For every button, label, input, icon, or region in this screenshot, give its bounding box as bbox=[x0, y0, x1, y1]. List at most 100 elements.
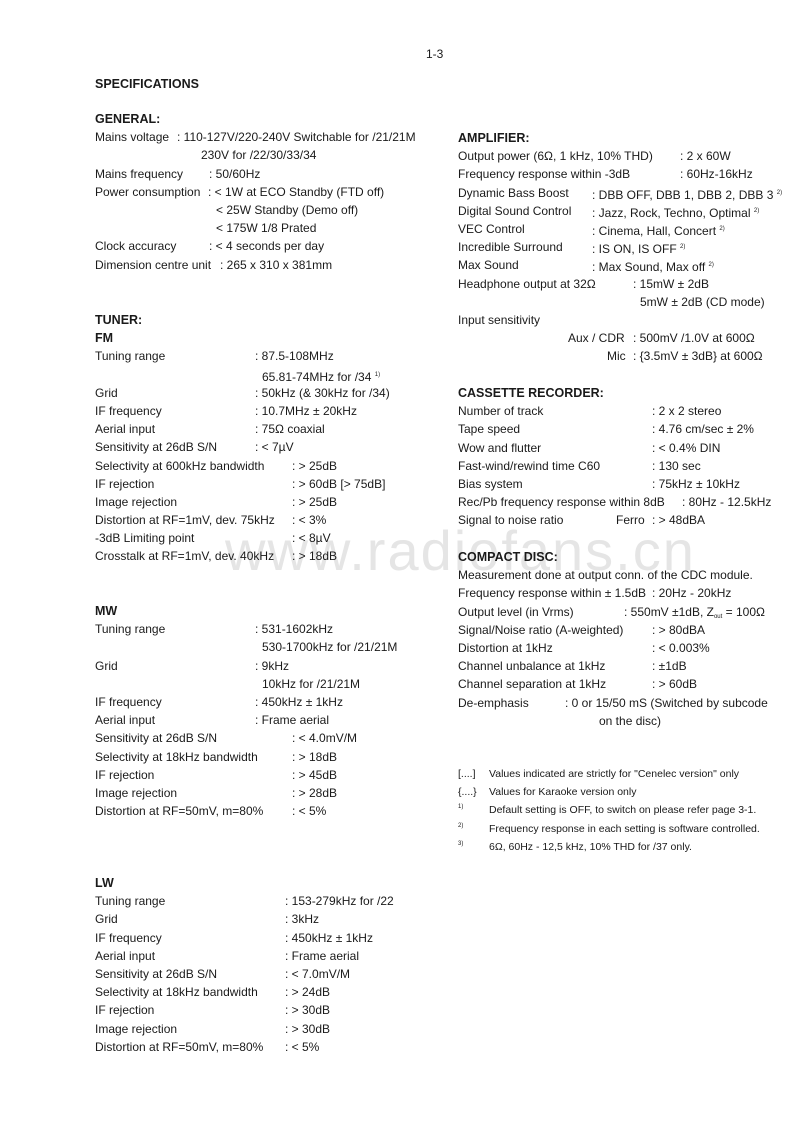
spec-label: IF frequency bbox=[95, 694, 162, 709]
spec-label: Sensitivity at 26dB S/N bbox=[95, 440, 218, 455]
spec-value: : < 4 seconds per day bbox=[209, 239, 325, 254]
spec-value: : < 5% bbox=[292, 804, 327, 819]
spec-row: Selectivity at 18kHz bandwidth : > 24dB bbox=[95, 983, 445, 1001]
spec-label: IF frequency bbox=[95, 403, 162, 418]
lw-heading: LW bbox=[95, 876, 114, 890]
spec-row: 5mW ± 2dB (CD mode) bbox=[458, 293, 798, 311]
spec-row: Fast-wind/rewind time C60: 130 sec bbox=[458, 457, 798, 475]
spec-value: : > 48dBA bbox=[652, 513, 706, 528]
spec-label: Dynamic Bass Boost bbox=[458, 185, 569, 200]
spec-label: Digital Sound Control bbox=[458, 203, 572, 218]
spec-row: Mains frequency: 50/60Hz bbox=[95, 165, 445, 183]
spec-row: Tuning range: 531-1602kHz bbox=[95, 620, 445, 638]
spec-label: VEC Control bbox=[458, 221, 525, 236]
spec-value-text: : Jazz, Rock, Techno, Optimal bbox=[592, 205, 751, 220]
spec-row: Mains voltage: 110-127V/220-240V Switcha… bbox=[95, 128, 445, 146]
spec-row: Signal/Noise ratio (A-weighted): > 80dBA bbox=[458, 621, 798, 639]
footnote-ref: 2) bbox=[719, 225, 725, 232]
spec-value: : 110-127V/220-240V Switchable for /21/2… bbox=[177, 130, 416, 145]
spec-value: : > 45dB bbox=[292, 767, 338, 782]
spec-label: Measurement done at output conn. of the … bbox=[458, 568, 753, 583]
spec-row: Frequency response within -3dB: 60Hz-16k… bbox=[458, 165, 798, 183]
spec-value-text: : Max Sound, Max off bbox=[592, 260, 706, 275]
spec-row: 230V for /22/30/33/34 bbox=[95, 146, 445, 164]
spec-row: De-emphasis : 0 or 15/50 mS (Switched by … bbox=[458, 694, 798, 712]
spec-label: Distortion at 1kHz bbox=[458, 640, 553, 655]
footnote-ref: 2) bbox=[776, 189, 783, 196]
spec-row: 10kHz for /21/21M bbox=[95, 675, 445, 693]
spec-value: : < 0.003% bbox=[652, 640, 710, 655]
spec-value: : 0 or 15/50 mS (Switched by subcode bbox=[565, 695, 768, 710]
footnote-ref: 2) bbox=[753, 207, 760, 214]
spec-row: 530-1700kHz for /21/21M bbox=[95, 638, 445, 656]
spec-label: IF frequency bbox=[95, 930, 162, 945]
spec-value: : 4.76 cm/sec ± 2% bbox=[652, 422, 754, 437]
spec-value-text: : DBB OFF, DBB 1, DBB 2, DBB 3 bbox=[592, 187, 774, 202]
spec-value: : 20Hz - 20kHz bbox=[652, 586, 732, 601]
spec-label: Aerial input bbox=[95, 713, 156, 728]
spec-value: : < 7.0mV/M bbox=[285, 966, 351, 981]
spec-row: IF frequency : 450kHz ± 1kHz bbox=[95, 693, 445, 711]
spec-row: -3dB Limiting point: < 8µV bbox=[95, 529, 445, 547]
spec-label: Aerial input bbox=[95, 422, 156, 437]
spec-value: : 50/60Hz bbox=[209, 166, 261, 181]
spec-row: Incredible Surround: IS ON, IS OFF 2) bbox=[458, 238, 798, 256]
spec-value: : 2 x 2 stereo bbox=[652, 404, 722, 419]
spec-value: : < 4.0mV/M bbox=[292, 731, 358, 746]
spec-value: : < 3% bbox=[292, 513, 327, 528]
spec-value: : Jazz, Rock, Techno, Optimal 2) bbox=[592, 202, 759, 222]
spec-value: : Cinema, Hall, Concert 2) bbox=[592, 220, 725, 240]
spec-row: IF frequency: 10.7MHz ± 20kHz bbox=[95, 402, 445, 420]
spec-value: : 450kHz ± 1kHz bbox=[255, 694, 343, 709]
spec-row: Frequency response within ± 1.5dB : 20Hz … bbox=[458, 584, 798, 602]
spec-row: Crosstalk at RF=1mV, dev. 40kHz: > 18dB bbox=[95, 547, 445, 565]
spec-label: De-emphasis bbox=[458, 695, 529, 710]
compact-disc-section: COMPACT DISC: Measurement done at output… bbox=[458, 548, 798, 730]
footnote: 2) Frequency response in each setting is … bbox=[458, 820, 798, 838]
spec-label: Sensitivity at 26dB S/N bbox=[95, 731, 218, 746]
spec-value: : 60Hz-16kHz bbox=[680, 167, 753, 182]
spec-value: : > 24dB bbox=[285, 985, 331, 1000]
spec-row: Channel separation at 1kHz: > 60dB bbox=[458, 675, 798, 693]
spec-value: : < 0.4% DIN bbox=[652, 440, 721, 455]
spec-label: Selectivity at 18kHz bandwidth bbox=[95, 985, 258, 1000]
spec-row: 65.81-74MHz for /34 1) bbox=[95, 366, 445, 384]
spec-label: Sensitivity at 26dB S/N bbox=[95, 966, 218, 981]
spec-label: Distortion at RF=1mV, dev. 75kHz bbox=[95, 513, 275, 528]
spec-label: Fast-wind/rewind time C60 bbox=[458, 458, 601, 473]
spec-row: Measurement done at output conn. of the … bbox=[458, 566, 798, 584]
spec-label: Wow and flutter bbox=[458, 440, 542, 455]
spec-label: Frequency response within ± 1.5dB bbox=[458, 586, 647, 601]
page-number: 1-3 bbox=[426, 47, 444, 61]
spec-row: Aux / CDR: 500mV /1.0V at 600Ω bbox=[458, 329, 798, 347]
spec-value: : > 80dBA bbox=[652, 622, 706, 637]
spec-row: Tape speed : 4.76 cm/sec ± 2% bbox=[458, 420, 798, 438]
footnote-text: 6Ω, 60Hz - 12,5 kHz, 10% THD for /37 onl… bbox=[489, 840, 692, 853]
spec-label: Clock accuracy bbox=[95, 239, 177, 254]
amplifier-heading: AMPLIFIER: bbox=[458, 131, 530, 145]
spec-label: Number of track bbox=[458, 404, 544, 419]
spec-value-text: : IS ON, IS OFF bbox=[592, 242, 677, 257]
spec-row: Image rejection: > 25dB bbox=[95, 493, 445, 511]
spec-label: Grid bbox=[95, 912, 118, 927]
spec-row: Headphone output at 32Ω: 15mW ± 2dB bbox=[458, 275, 798, 293]
spec-row: Sensitivity at 26dB S/N : < 7.0mV/M bbox=[95, 965, 445, 983]
spec-row: Distortion at RF=1mV, dev. 75kHz : < 3% bbox=[95, 511, 445, 529]
footnote-text: Values for Karaoke version only bbox=[489, 786, 637, 799]
spec-row: Tuning range: 87.5-108MHz bbox=[95, 347, 445, 365]
mw-section: MW Tuning range: 531-1602kHz 530-1700kHz… bbox=[95, 602, 445, 820]
spec-value-text: 65.81-74MHz for /34 bbox=[262, 369, 372, 384]
spec-value: on the disc) bbox=[599, 713, 662, 728]
spec-row: Dimension centre unit: 265 x 310 x 381mm bbox=[95, 256, 445, 274]
spec-label: Distortion at RF=50mV, m=80% bbox=[95, 804, 264, 819]
spec-label: Tape speed bbox=[458, 422, 521, 437]
spec-value: : 80Hz - 12.5kHz bbox=[682, 495, 772, 510]
spec-row: Clock accuracy : < 4 seconds per day bbox=[95, 237, 445, 255]
spec-label: Output power (6Ω, 1 kHz, 10% THD) bbox=[458, 149, 653, 164]
footnote-marker: 2) bbox=[458, 822, 464, 829]
footnote: 1) Default setting is OFF, to switch on p… bbox=[458, 801, 798, 819]
spec-value: : < 8µV bbox=[292, 531, 331, 546]
spec-value: : > 30dB bbox=[285, 1021, 331, 1036]
lw-section: LW Tuning range: 153-279kHz for /22 Grid… bbox=[95, 874, 445, 1056]
spec-value: : > 18dB bbox=[292, 749, 338, 764]
